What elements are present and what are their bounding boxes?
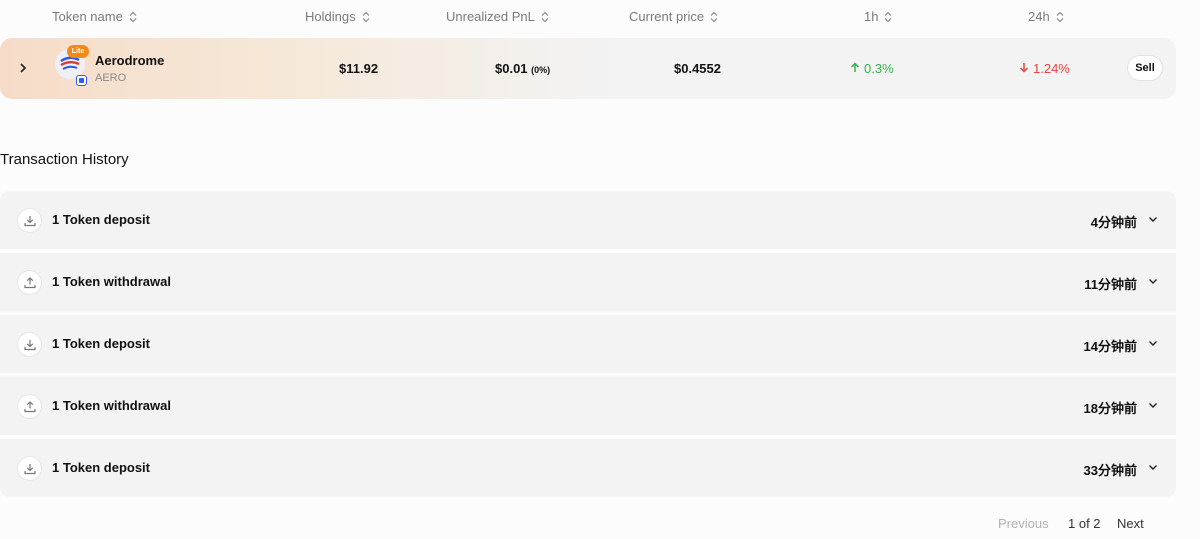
lite-badge: Lite — [67, 45, 89, 58]
header-unrealized-pnl[interactable]: Unrealized PnL — [446, 9, 549, 24]
transaction-label: 1 Token deposit — [52, 460, 150, 475]
transaction-history-title: Transaction History — [0, 151, 129, 168]
sell-button[interactable]: Sell — [1127, 55, 1163, 81]
token-symbol: AERO — [95, 72, 127, 84]
download-icon — [17, 456, 42, 481]
sort-icon — [129, 11, 137, 23]
transaction-row[interactable]: 1 Token deposit 33分钟前 — [0, 439, 1176, 497]
header-token-name[interactable]: Token name — [52, 9, 137, 24]
header-1h[interactable]: 1h — [864, 9, 892, 24]
expand-chevron-icon[interactable] — [14, 59, 32, 77]
base-chain-icon — [76, 75, 87, 86]
token-name: Aerodrome — [95, 53, 165, 68]
sort-icon — [362, 11, 370, 23]
transaction-row[interactable]: 1 Token deposit 14分钟前 — [0, 315, 1176, 373]
transaction-row[interactable]: 1 Token deposit 4分钟前 — [0, 191, 1176, 249]
transaction-list: 1 Token deposit 4分钟前 1 Token withdrawal … — [0, 191, 1176, 497]
token-icon: Lite — [55, 45, 89, 86]
chevron-down-icon[interactable] — [1147, 461, 1159, 473]
header-24h[interactable]: 24h — [1028, 9, 1064, 24]
change-1h: 0.3% — [850, 61, 894, 76]
unrealized-pnl: $0.01 (0%) — [495, 61, 550, 76]
header-holdings[interactable]: Holdings — [305, 9, 370, 24]
sort-icon — [710, 11, 718, 23]
download-icon — [17, 208, 42, 233]
download-icon — [17, 332, 42, 357]
pnl-percent: (0%) — [531, 65, 551, 75]
arrow-down-icon — [1019, 61, 1029, 76]
header-current-price[interactable]: Current price — [629, 9, 718, 24]
pnl-value: $0.01 — [495, 61, 528, 76]
token-row[interactable]: Lite Aerodrome AERO $11.92 $0.01 (0%) $0… — [0, 38, 1176, 99]
next-page-button[interactable]: Next — [1117, 516, 1144, 531]
chevron-down-icon[interactable] — [1147, 399, 1159, 411]
transaction-label: 1 Token withdrawal — [52, 398, 171, 413]
upload-icon — [17, 270, 42, 295]
token-table-header: Token name Holdings Unrealized PnL Curre… — [0, 0, 1200, 36]
arrow-up-icon — [850, 61, 860, 76]
upload-icon — [17, 394, 42, 419]
transaction-time: 18分钟前 — [1083, 401, 1137, 416]
transaction-time: 4分钟前 — [1090, 215, 1137, 230]
previous-page-button[interactable]: Previous — [998, 516, 1049, 531]
transaction-time: 33分钟前 — [1083, 463, 1137, 478]
transaction-label: 1 Token deposit — [52, 336, 150, 351]
page-indicator: 1 of 2 — [1068, 516, 1101, 531]
transaction-label: 1 Token withdrawal — [52, 274, 171, 289]
sort-icon — [541, 11, 549, 23]
chevron-down-icon[interactable] — [1147, 275, 1159, 287]
transaction-label: 1 Token deposit — [52, 212, 150, 227]
transaction-time: 14分钟前 — [1083, 339, 1137, 354]
change-24h: 1.24% — [1019, 61, 1070, 76]
transaction-time: 11分钟前 — [1084, 277, 1137, 292]
sort-icon — [1056, 11, 1064, 23]
chevron-down-icon[interactable] — [1147, 213, 1159, 225]
transaction-row[interactable]: 1 Token withdrawal 18分钟前 — [0, 377, 1176, 435]
sort-icon — [884, 11, 892, 23]
chevron-down-icon[interactable] — [1147, 337, 1159, 349]
transaction-row[interactable]: 1 Token withdrawal 11分钟前 — [0, 253, 1176, 311]
holdings-value: $11.92 — [339, 61, 379, 76]
current-price: $0.4552 — [674, 61, 721, 76]
